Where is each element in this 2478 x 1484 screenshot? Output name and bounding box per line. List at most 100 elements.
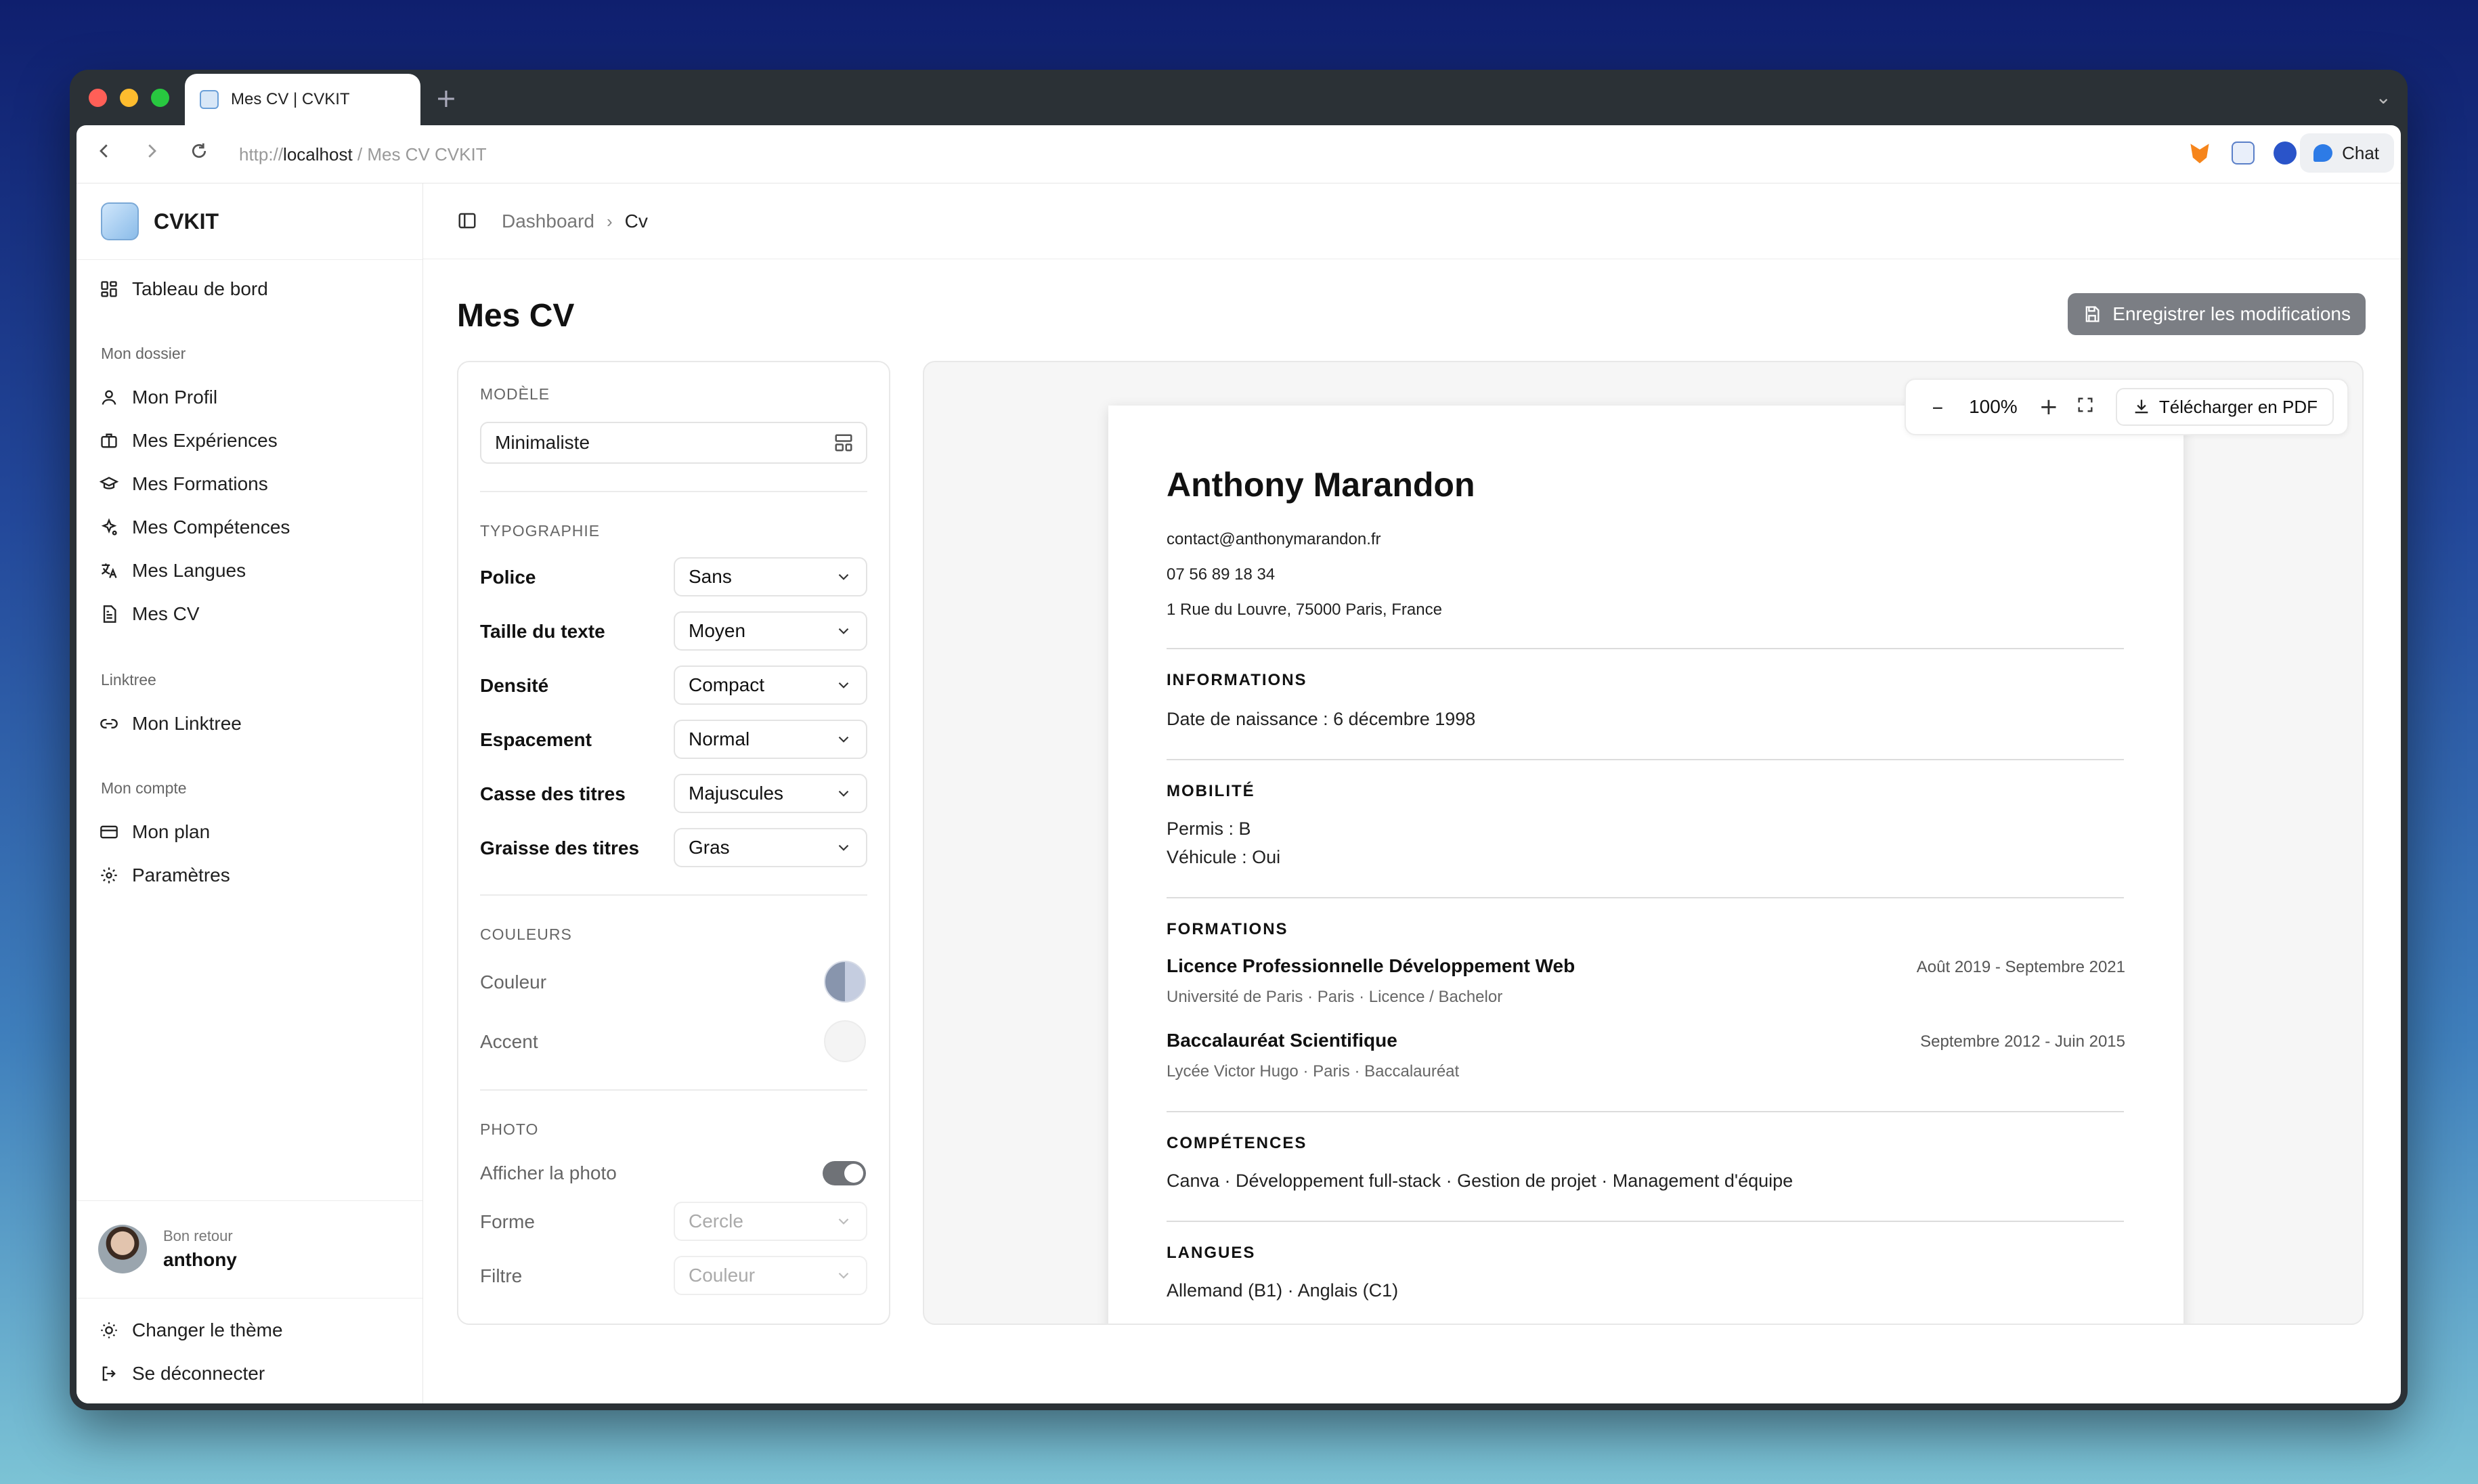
filter-label: Filtre — [480, 1265, 523, 1286]
minimize-window-button[interactable] — [120, 89, 138, 107]
cv-skills: Canva · Développement full-stack · Gesti… — [1167, 1171, 1794, 1191]
text-size-select[interactable]: Moyen — [674, 611, 867, 651]
police-label: Police — [480, 567, 536, 588]
section-title-photo: PHOTO — [480, 1120, 539, 1138]
save-icon — [2085, 306, 2100, 322]
tab-bar: Mes CV | CVKIT + ⌄ — [70, 70, 2408, 125]
shape-select[interactable]: Cercle — [674, 1202, 867, 1241]
sidebar-item-profil[interactable]: Mon Profil — [100, 387, 217, 408]
sidebar-item-experiences[interactable]: Mes Expériences — [100, 430, 278, 452]
download-pdf-button[interactable]: Télécharger en PDF — [2115, 388, 2334, 426]
tab-list-chevron-icon[interactable]: ⌄ — [2376, 86, 2391, 108]
cv-email: contact@anthonymarandon.fr — [1167, 530, 1381, 548]
title-weight-select[interactable]: Gras — [674, 828, 867, 867]
logout-button[interactable]: Se déconnecter — [100, 1363, 265, 1384]
template-select[interactable]: Minimaliste — [480, 422, 867, 464]
show-photo-label: Afficher la photo — [480, 1162, 617, 1183]
cv-edu-sub: Lycée Victor Hugo · Paris · Baccalauréat — [1167, 1062, 1460, 1081]
forward-arrow-icon[interactable] — [142, 140, 162, 167]
page-title: Mes CV — [457, 298, 575, 334]
cv-preview[interactable]: Anthony Marandon contact@anthonymarandon… — [923, 361, 2364, 1325]
density-select[interactable]: Compact — [674, 665, 867, 705]
filter-select[interactable]: Couleur — [674, 1256, 867, 1295]
avatar — [98, 1225, 147, 1273]
cv-section-skills: COMPÉTENCES — [1167, 1134, 1307, 1152]
sidebar-item-cv[interactable]: Mes CV — [100, 603, 200, 625]
spacing-select[interactable]: Normal — [674, 720, 867, 759]
zoom-in-button[interactable]: + — [2030, 393, 2067, 420]
sidebar-item-label: Mes CV — [132, 603, 200, 624]
address-bar[interactable]: http://localhost / Mes CV CVKIT — [239, 144, 487, 165]
sidebar-item-plan[interactable]: Mon plan — [100, 821, 210, 843]
reload-icon[interactable] — [189, 140, 209, 167]
chat-bubble-icon — [2313, 144, 2333, 162]
save-changes-button[interactable]: Enregistrer les modifications — [2068, 293, 2366, 335]
show-photo-toggle[interactable] — [823, 1161, 866, 1185]
sidebar-item-label: Se déconnecter — [132, 1363, 265, 1384]
sidebar-item-label: Mes Compétences — [132, 517, 290, 538]
change-theme-button[interactable]: Changer le thème — [100, 1319, 283, 1341]
divider — [480, 894, 867, 896]
user-card[interactable]: Bon retour anthony — [98, 1225, 237, 1273]
chat-button[interactable]: Chat — [2300, 133, 2394, 173]
browser-window: Mes CV | CVKIT + ⌄ http://localhost / Me… — [70, 70, 2408, 1410]
sidebar-item-competences[interactable]: Mes Compétences — [100, 517, 290, 538]
breadcrumb-dashboard[interactable]: Dashboard — [502, 211, 594, 232]
chevron-down-icon — [838, 628, 849, 634]
filter-value: Couleur — [689, 1265, 756, 1286]
extension-icon[interactable] — [2232, 141, 2255, 165]
sidebar-item-dashboard[interactable]: Tableau de bord — [100, 278, 268, 300]
accent-label: Accent — [480, 1031, 538, 1052]
title-weight-label: Graisse des titres — [480, 837, 640, 858]
zoom-toolbar: – 100% + Télécharger en PDF — [1904, 378, 2349, 435]
maximize-window-button[interactable] — [151, 89, 169, 107]
extension-icon[interactable] — [2274, 141, 2297, 165]
logout-icon — [102, 1366, 116, 1381]
cv-section-education: FORMATIONS — [1167, 920, 1288, 938]
color-swatch[interactable] — [824, 961, 866, 1003]
cv-section-mobility: MOBILITÉ — [1167, 782, 1255, 800]
graduation-cap-icon — [100, 477, 118, 489]
cv-languages: Allemand (B1) · Anglais (C1) — [1167, 1280, 1399, 1301]
divider — [480, 491, 867, 492]
browser-tab[interactable]: Mes CV | CVKIT — [185, 74, 420, 125]
title-weight-value: Gras — [689, 837, 730, 858]
chevron-down-icon — [838, 1272, 849, 1279]
sidebar-item-langues[interactable]: Mes Langues — [100, 560, 246, 582]
chevron-right-icon: › — [606, 211, 613, 232]
new-tab-button[interactable]: + — [435, 83, 457, 113]
cv-name: Anthony Marandon — [1167, 466, 1475, 504]
metamask-extension-icon[interactable] — [2190, 144, 2209, 164]
brand[interactable]: CVKIT — [101, 202, 219, 240]
sidebar-toggle-icon[interactable] — [457, 211, 477, 234]
url-scheme: http:// — [239, 144, 284, 165]
title-case-select[interactable]: Majuscules — [674, 774, 867, 813]
fullscreen-icon[interactable] — [2067, 393, 2104, 420]
back-arrow-icon[interactable] — [94, 140, 114, 167]
title-case-label: Casse des titres — [480, 783, 626, 804]
police-select[interactable]: Sans — [674, 557, 867, 596]
sidebar-item-label: Changer le thème — [132, 1319, 283, 1340]
section-title-colors: COULEURS — [480, 925, 572, 943]
text-size-label: Taille du texte — [480, 621, 605, 642]
save-label: Enregistrer les modifications — [2112, 303, 2351, 324]
accent-swatch[interactable] — [824, 1020, 866, 1062]
chevron-down-icon — [838, 682, 849, 689]
sidebar-item-linktree[interactable]: Mon Linktree — [100, 713, 242, 735]
favicon-icon — [200, 90, 219, 109]
chevron-down-icon — [838, 1218, 849, 1225]
breadcrumb: Dashboard › Cv — [502, 211, 648, 232]
cv-edu-title: Baccalauréat Scientifique — [1167, 1030, 1397, 1051]
group-label-linktree: Linktree — [101, 671, 156, 689]
divider — [480, 1089, 867, 1091]
zoom-out-button[interactable]: – — [1919, 393, 1956, 420]
sidebar-item-label: Mes Langues — [132, 560, 246, 581]
sparkles-icon — [101, 518, 117, 536]
density-value: Compact — [689, 674, 765, 695]
close-window-button[interactable] — [89, 89, 107, 107]
sidebar-item-formations[interactable]: Mes Formations — [100, 473, 268, 495]
cv-permit: Permis : B — [1167, 819, 1251, 839]
sidebar-item-parametres[interactable]: Paramètres — [100, 865, 230, 886]
breadcrumb-current: Cv — [624, 211, 648, 232]
gear-icon — [101, 867, 117, 883]
